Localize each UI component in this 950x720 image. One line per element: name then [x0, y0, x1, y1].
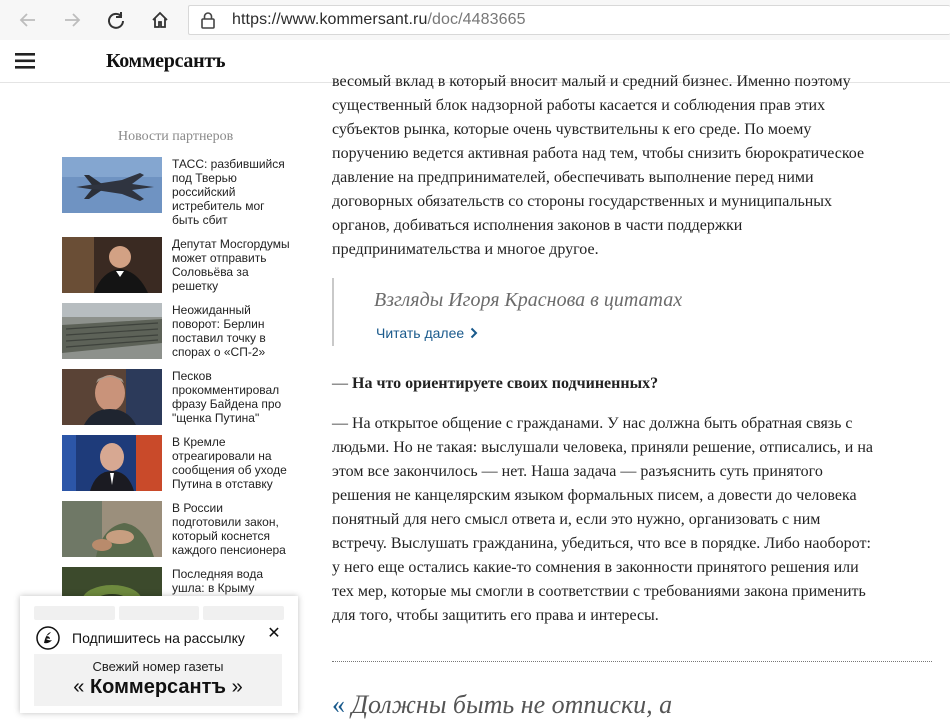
popup-tabs	[34, 606, 285, 620]
news-headline-line: Соловьёва за	[172, 265, 249, 279]
paragraph-line: предпринимательства и многое другое.	[332, 241, 599, 258]
partner-news-item[interactable]: Депутат Мосгордумы может отправить Солов…	[62, 237, 302, 297]
man-portrait-image[interactable]	[62, 369, 162, 425]
address-url[interactable]: https://www.kommersant.ru/doc/4483665	[232, 11, 526, 29]
news-headline-line: Песков	[172, 369, 212, 383]
back-arrow-icon[interactable]	[16, 8, 40, 32]
news-headline-line: спорах о «СП-2»	[172, 345, 266, 359]
news-headline-line: подготовили закон,	[172, 515, 279, 529]
url-path: /doc/4483665	[427, 11, 526, 28]
quote-mark: «	[332, 690, 345, 719]
news-headline-line: "щенка Путина"	[172, 411, 260, 425]
news-headline-line: Депутат Мосгордумы	[172, 237, 290, 251]
paragraph-line: существенный блок надзорной работы касае…	[332, 97, 826, 114]
partner-news-item[interactable]: ТАСС: разбившийся под Тверью российский …	[62, 157, 302, 227]
newsletter-logo-icon	[36, 626, 60, 650]
news-headline-line: поставил точку в	[172, 331, 266, 345]
brand-quote-open: «	[73, 676, 85, 698]
man-in-tuxedo-image[interactable]	[62, 237, 162, 293]
paragraph-line: весомый вклад в который вносит малый и с…	[332, 73, 851, 90]
pipeline-image[interactable]	[62, 303, 162, 359]
brand-quote-close: »	[231, 676, 243, 698]
read-more-label: Читать далее	[376, 325, 465, 341]
paragraph-line: встречу. Выслушать гражданина, убедиться…	[332, 535, 871, 552]
home-icon[interactable]	[148, 8, 172, 32]
fighter-jet-image[interactable]	[62, 157, 162, 213]
url-host: https://www.kommersant.ru	[232, 11, 428, 28]
pull-quote: « Должны быть не отписки, а	[332, 690, 672, 720]
elderly-hands-image[interactable]	[62, 501, 162, 557]
paragraph-line: давление на предпринимателей, обеспечива…	[332, 169, 814, 186]
subscribe-text[interactable]: Подпишитесь на рассылку	[72, 630, 245, 646]
news-headline-line: быть сбит	[172, 213, 228, 227]
news-headline-line: Путина в отставку	[172, 477, 273, 491]
partner-news-item[interactable]: В Кремле отреагировали на сообщения об у…	[62, 435, 302, 495]
subscribe-popup: Подпишитесь на рассылку ✕ Свежий номер г…	[20, 596, 298, 713]
article-paragraph: весомый вклад в который вносит малый и с…	[332, 70, 932, 262]
partner-news-item[interactable]: Песков прокомментировал фразу Байдена пр…	[62, 369, 302, 429]
paragraph-line: договорных обязательств со стороны госуд…	[332, 193, 833, 210]
browser-toolbar: https://www.kommersant.ru/doc/4483665	[0, 0, 950, 41]
news-headline-line: поворот: Берлин	[172, 317, 265, 331]
paragraph-line: для того, чтобы защитить его права и инт…	[332, 607, 659, 624]
reload-icon[interactable]	[104, 8, 128, 32]
paragraph-line: субъектов рынка, которые очень чувствите…	[332, 121, 812, 138]
forward-arrow-icon[interactable]	[60, 8, 84, 32]
news-headline-line: сообщения об уходе	[172, 463, 287, 477]
article-paragraph: — На открытое общение с гражданами. У на…	[332, 412, 932, 628]
section-divider	[332, 661, 932, 662]
partners-news-title: Новости партнеров	[118, 129, 234, 144]
related-quotes-title[interactable]: Взгляды Игоря Краснова в цитатах	[374, 288, 682, 312]
partner-news-item[interactable]: Неожиданный поворот: Берлин поставил точ…	[62, 303, 302, 363]
related-quotes-box: Взгляды Игоря Краснова в цитатах Читать …	[332, 278, 774, 346]
close-icon[interactable]: ✕	[266, 626, 282, 642]
news-headline-line: ушла: в Крыму	[172, 581, 255, 595]
paragraph-line: — На открытое общение с гражданами. У на…	[332, 415, 853, 432]
partner-news-item[interactable]: В России подготовили закон, который косн…	[62, 501, 302, 561]
news-headline-line: который коснется	[172, 529, 270, 543]
brand-name: Коммерсантъ	[89, 676, 227, 698]
fresh-issue-brand: « Коммерсантъ »	[34, 676, 282, 699]
news-headline-line: истребитель мог	[172, 199, 265, 213]
paragraph-line: поручению ведется активная работа над те…	[332, 145, 865, 162]
interview-question: — На что ориентируете своих подчиненных?	[332, 372, 658, 396]
chevron-right-icon	[470, 322, 478, 346]
news-headline-line: прокомментировал	[172, 383, 280, 397]
question-text: На что ориентируете своих подчиненных?	[352, 375, 659, 392]
fresh-issue-banner[interactable]: Свежий номер газеты « Коммерсантъ »	[34, 654, 282, 706]
fresh-issue-label: Свежий номер газеты	[92, 659, 224, 674]
paragraph-line: этом все закончилось — нет. Наша задача …	[332, 463, 823, 480]
paragraph-line: решения не канцелярским языком формальны…	[332, 487, 857, 504]
question-dash: —	[332, 375, 352, 392]
paragraph-line: у него еще остались какие-то сомнения в …	[332, 559, 859, 576]
news-headline-line: может отправить	[172, 251, 267, 265]
news-headline-line: ТАСС: разбившийся	[172, 157, 285, 171]
paragraph-line: органов, добиваться исполнения законов в…	[332, 217, 743, 234]
news-headline-line: В Кремле	[172, 435, 226, 449]
hamburger-icon[interactable]	[15, 53, 35, 69]
news-headline-line: В России	[172, 501, 223, 515]
news-headline-line: российский	[172, 185, 236, 199]
paragraph-line: понятный для него смысл ответа и, если э…	[332, 511, 821, 528]
news-headline-line: фразу Байдена про	[172, 397, 282, 411]
news-headline-line: Последняя вода	[172, 567, 263, 581]
read-more-link[interactable]: Читать далее	[376, 321, 478, 346]
pull-quote-text: Должны быть не отписки, а	[351, 690, 673, 719]
news-headline-line: под Тверью	[172, 171, 237, 185]
site-logo[interactable]: Коммерсантъ	[106, 50, 226, 73]
lock-icon	[200, 11, 216, 29]
paragraph-line: тех мер, которые мы смогли в соответстви…	[332, 583, 866, 600]
news-headline-line: каждого пенсионера	[172, 543, 286, 557]
paragraph-line: людьми. Но не такая: выслушали человека,…	[332, 439, 873, 456]
news-headline-line: решетку	[172, 279, 219, 293]
president-portrait-image[interactable]	[62, 435, 162, 491]
news-headline-line: отреагировали на	[172, 449, 272, 463]
news-headline-line: Неожиданный	[172, 303, 251, 317]
